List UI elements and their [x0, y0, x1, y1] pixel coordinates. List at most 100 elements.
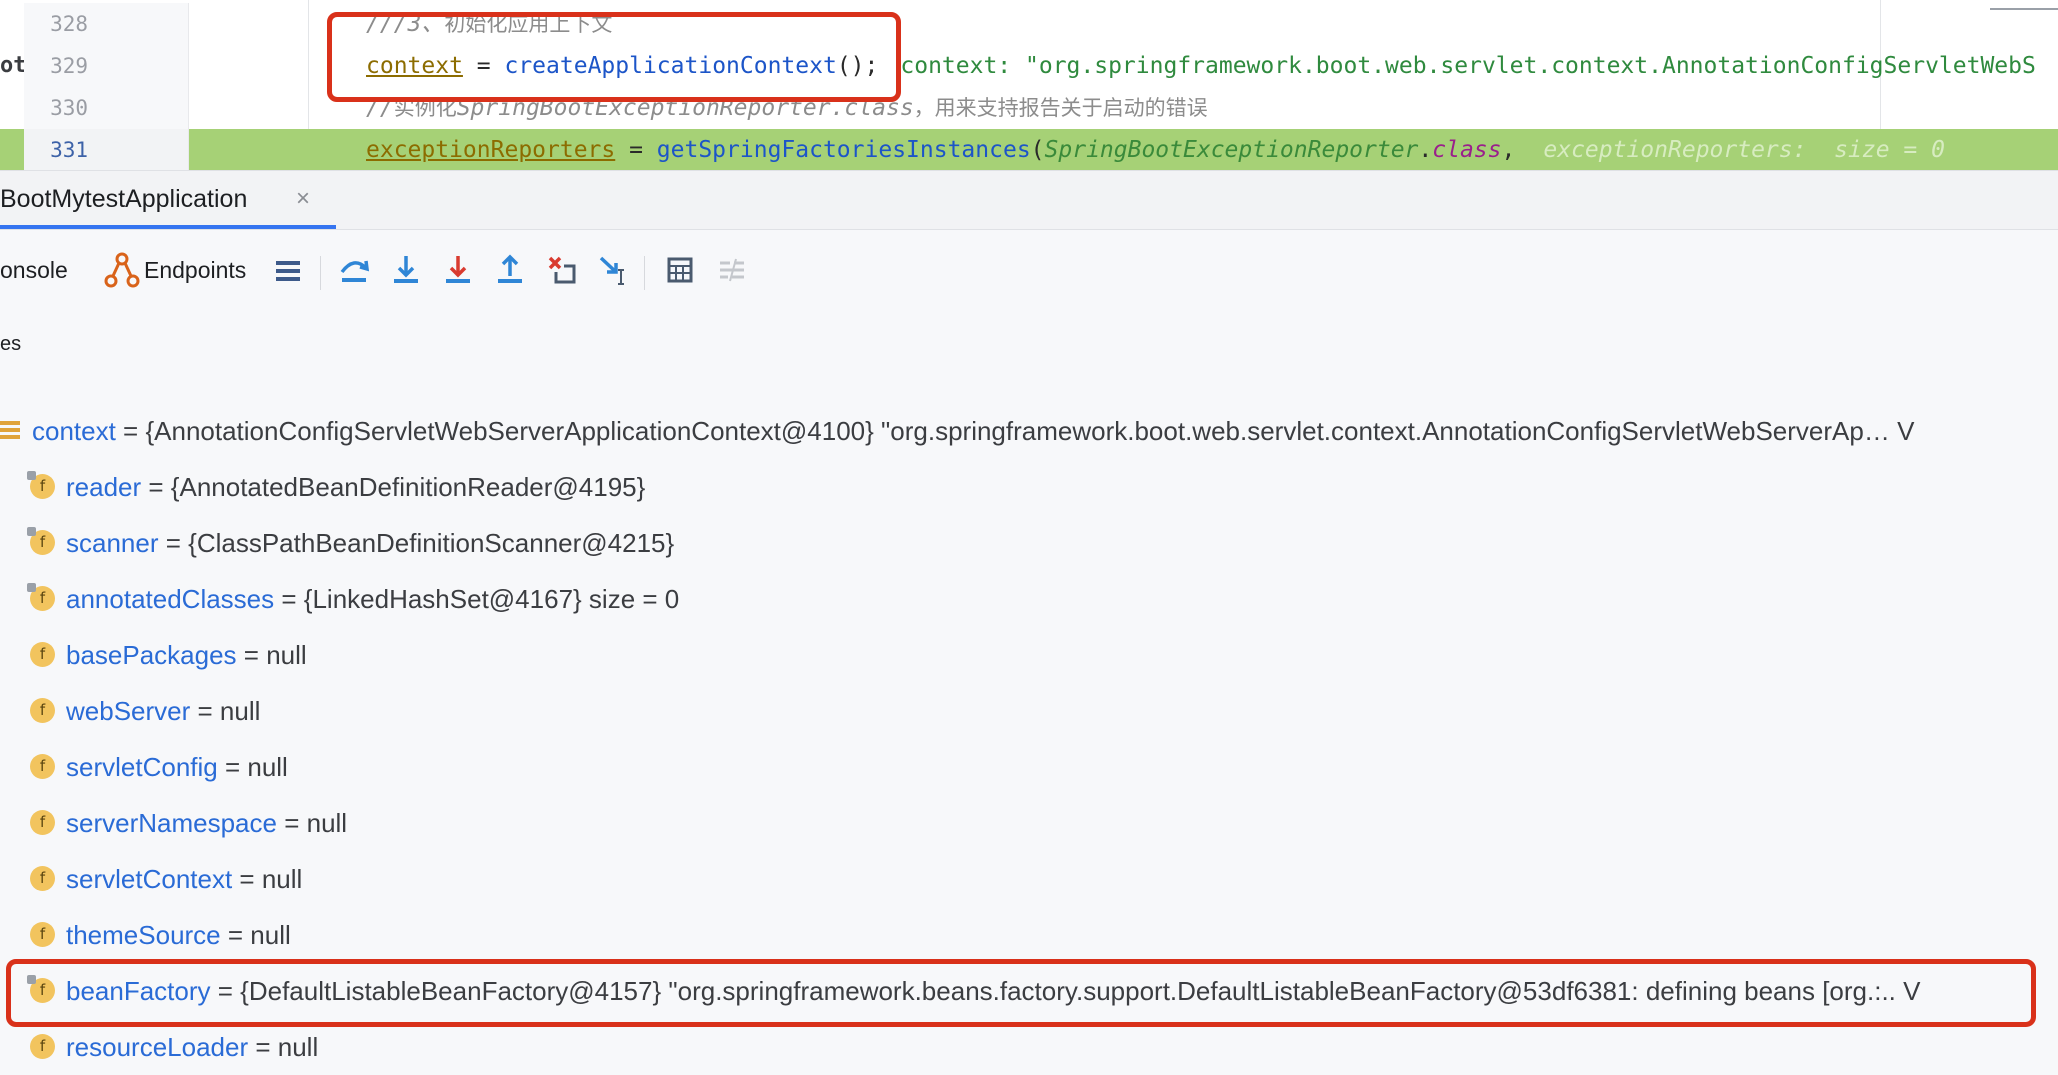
variable-token[interactable]: exceptionReporters [366, 137, 615, 163]
toolbar-separator [644, 256, 645, 290]
field-value: = null [190, 696, 261, 726]
field-row[interactable]: f servletConfig = null [0, 739, 2058, 795]
step-over-icon[interactable] [334, 250, 374, 290]
variable-text[interactable]: basePackages = null [66, 627, 307, 683]
method-token[interactable]: createApplicationContext [504, 53, 836, 79]
field-row[interactable]: f servletContext = null [0, 851, 2058, 907]
line-number: 329 [50, 54, 88, 78]
trace-current-stream-icon [712, 250, 752, 290]
punctuation-token: . [1418, 137, 1433, 163]
field-icon: f [27, 471, 55, 499]
code-comment-cjk: 初始化应用上下文 [444, 12, 613, 36]
code-text[interactable]: //实例化SpringBootExceptionReporter.class，用… [366, 87, 1208, 129]
field-icon: f [30, 810, 55, 835]
variable-text[interactable]: reader = {AnnotatedBeanDefinitionReader@… [66, 459, 645, 515]
variable-text[interactable]: beanFactory = {DefaultListableBeanFactor… [66, 963, 1920, 1019]
endpoints-icon[interactable] [102, 250, 142, 290]
code-text[interactable]: ///3、初始化应用上下文 [366, 3, 612, 45]
field-value: = {LinkedHashSet@4167} size = 0 [274, 584, 680, 614]
line-number: 331 [50, 138, 88, 162]
inline-value-hint[interactable]: context: "org.springframework.boot.web.s… [900, 53, 2035, 79]
evaluate-expression-icon[interactable] [660, 250, 700, 290]
field-icon: f [30, 1034, 55, 1059]
code-comment-cjk: 实例化 [393, 96, 457, 120]
field-icon: f [30, 642, 55, 667]
field-row[interactable]: f annotatedClasses = {LinkedHashSet@4167… [0, 571, 2058, 627]
field-value: = null [217, 752, 288, 782]
code-comment-cjk: ，用来支持报告关于启动的错误 [913, 96, 1208, 120]
code-editor[interactable]: 328 ///3、初始化应用上下文 ot· 329 context = crea… [0, 0, 2058, 170]
variable-value: = {AnnotationConfigServletWebServerAppli… [115, 416, 1915, 446]
code-comment: // [366, 95, 394, 121]
inline-value-hint[interactable]: exceptionReporters: size = 0 [1543, 137, 1945, 163]
punctuation-token: ( [1030, 137, 1045, 163]
variable-text[interactable]: themeSource = null [66, 907, 291, 963]
code-line-330[interactable]: 330 //实例化SpringBootExceptionReporter.cla… [0, 87, 2058, 129]
code-comment: ///3、 [366, 11, 445, 37]
field-row[interactable]: f basePackages = null [0, 627, 2058, 683]
variable-token[interactable]: context [366, 53, 463, 79]
field-icon: f [30, 698, 55, 723]
field-row[interactable]: › f reader = {AnnotatedBeanDefinitionRea… [0, 459, 2058, 515]
code-line-328[interactable]: 328 ///3、初始化应用上下文 [0, 3, 2058, 45]
variable-name: context [32, 416, 116, 446]
field-name: servletContext [66, 864, 233, 894]
force-step-into-icon[interactable] [438, 250, 478, 290]
field-name: beanFactory [66, 976, 211, 1006]
field-row[interactable]: f webServer = null [0, 683, 2058, 739]
debug-session-tabs: BootMytestApplication × [0, 170, 2058, 230]
lock-icon [27, 583, 36, 592]
variable-text[interactable]: servletContext = null [66, 851, 302, 907]
step-out-icon[interactable] [490, 250, 530, 290]
field-icon: f [27, 975, 55, 1003]
field-row[interactable]: f resourceLoader = null [0, 1019, 2058, 1075]
step-into-icon[interactable] [386, 250, 426, 290]
lock-icon [27, 975, 36, 984]
tab-label: BootMytestApplication [0, 185, 248, 213]
code-text[interactable]: exceptionReporters = getSpringFactoriesI… [366, 129, 1945, 170]
punctuation-token: (); [836, 53, 879, 79]
list-menu-icon[interactable] [268, 250, 308, 290]
field-row[interactable]: › f scanner = {ClassPathBeanDefinitionSc… [0, 515, 2058, 571]
field-name: servletConfig [66, 752, 218, 782]
class-token[interactable]: SpringBootExceptionReporter [1045, 137, 1419, 163]
line-number: 328 [50, 12, 88, 36]
field-value: = {DefaultListableBeanFactory@4157} "org… [210, 976, 1921, 1006]
drop-frame-icon[interactable] [542, 250, 582, 290]
variable-text[interactable]: annotatedClasses = {LinkedHashSet@4167} … [66, 571, 679, 627]
field-name: basePackages [66, 640, 237, 670]
variable-text[interactable]: resourceLoader = null [66, 1019, 318, 1075]
field-value: = null [236, 640, 307, 670]
code-line-329[interactable]: ot· 329 context = createApplicationConte… [0, 45, 2058, 87]
method-token[interactable]: getSpringFactoriesInstances [657, 137, 1031, 163]
line-number: 330 [50, 96, 88, 120]
field-row[interactable]: f serverNamespace = null [0, 795, 2058, 851]
code-comment: SpringBootExceptionReporter.class [456, 95, 914, 121]
variables-panel-header: es [0, 333, 22, 355]
field-name: reader [66, 472, 142, 502]
punctuation-token: , [1501, 137, 1516, 163]
run-to-cursor-icon[interactable] [594, 250, 634, 290]
tab-console[interactable]: onsole [0, 250, 68, 290]
tab-bootmytestapplication[interactable]: BootMytestApplication × [0, 171, 336, 229]
code-line-331-current[interactable]: 331 exceptionReporters = getSpringFactor… [0, 129, 2058, 170]
code-text[interactable]: context = createApplicationContext(); con… [366, 45, 2036, 87]
close-icon[interactable]: × [296, 171, 310, 227]
field-icon: f [30, 866, 55, 891]
variable-text[interactable]: scanner = {ClassPathBeanDefinitionScanne… [66, 515, 674, 571]
variable-row-context[interactable]: context = {AnnotationConfigServletWebSer… [0, 403, 2058, 459]
variable-text[interactable]: webServer = null [66, 683, 260, 739]
field-icon: f [27, 583, 55, 611]
variable-text[interactable]: context = {AnnotationConfigServletWebSer… [32, 403, 1914, 459]
variable-text[interactable]: serverNamespace = null [66, 795, 347, 851]
lock-icon [27, 471, 36, 480]
field-row[interactable]: f themeSource = null [0, 907, 2058, 963]
field-icon: f [27, 527, 55, 555]
field-row-beanfactory[interactable]: f beanFactory = {DefaultListableBeanFact… [0, 963, 2058, 1019]
field-name: annotatedClasses [66, 584, 275, 614]
tab-endpoints[interactable]: Endpoints [144, 250, 246, 290]
field-value: = {ClassPathBeanDefinitionScanner@4215} [158, 528, 675, 558]
field-value: = null [276, 808, 348, 838]
variable-text[interactable]: servletConfig = null [66, 739, 288, 795]
field-value: = null [220, 920, 291, 950]
